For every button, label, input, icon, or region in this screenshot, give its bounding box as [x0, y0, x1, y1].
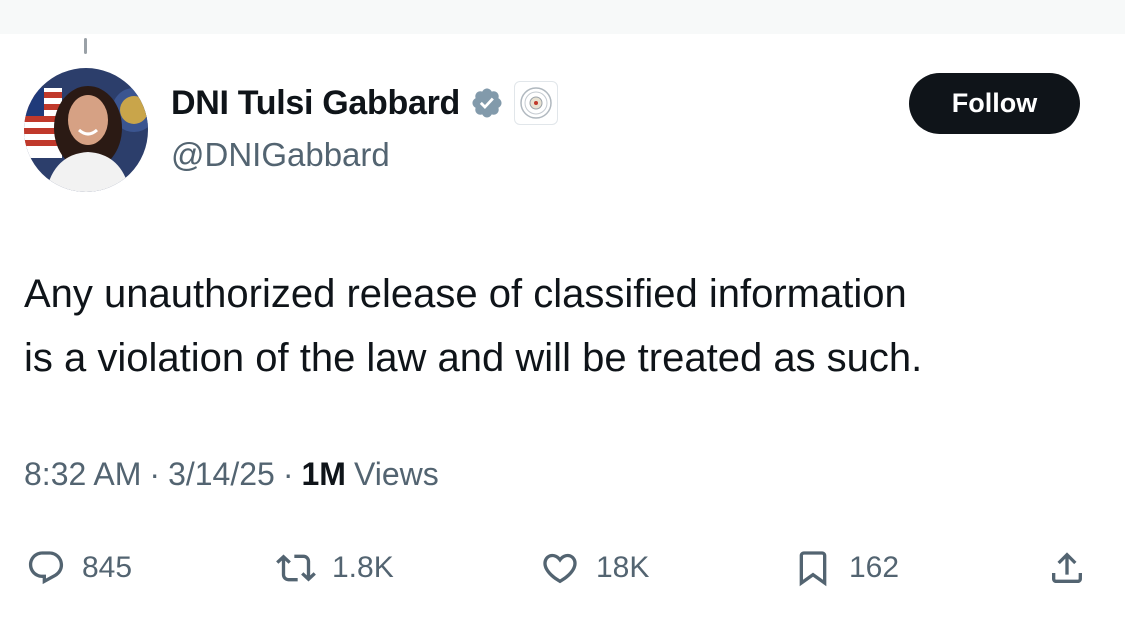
reply-button[interactable]: 845	[26, 540, 132, 596]
retweet-button[interactable]: 1.8K	[276, 540, 394, 596]
verified-badge-icon[interactable]	[470, 86, 504, 120]
bookmark-icon	[799, 551, 827, 587]
bookmark-count: 162	[849, 551, 900, 584]
author-name-row: DNI Tulsi Gabbard	[171, 80, 558, 126]
reply-icon	[28, 551, 64, 585]
tweet-date[interactable]: 3/14/25	[168, 456, 275, 493]
retweet-icon	[276, 554, 316, 582]
share-icon	[1052, 552, 1082, 583]
bookmark-button[interactable]: 162	[793, 540, 899, 596]
tweet-time[interactable]: 8:32 AM	[24, 456, 141, 493]
like-count: 18K	[596, 551, 650, 584]
tweet-text-line: is a violation of the law and will be tr…	[24, 336, 923, 380]
heart-icon	[543, 553, 577, 584]
tweet-meta: 8:32 AM · 3/14/25 · 1M Views	[24, 456, 439, 493]
top-bar	[0, 0, 1125, 34]
retweet-count: 1.8K	[332, 551, 394, 584]
avatar[interactable]	[24, 68, 148, 192]
tweet-text-line: Any unauthorized release of classified i…	[24, 272, 907, 316]
like-button[interactable]: 18K	[540, 540, 649, 596]
affiliation-seal-icon[interactable]	[513, 81, 558, 125]
meta-separator: ·	[149, 456, 161, 492]
author-display-name[interactable]: DNI Tulsi Gabbard	[171, 84, 460, 123]
share-button[interactable]	[1047, 540, 1087, 596]
thread-connector-line	[84, 38, 87, 54]
meta-separator: ·	[282, 456, 294, 492]
follow-button[interactable]: Follow	[909, 73, 1080, 134]
author-handle[interactable]: @DNIGabbard	[171, 136, 390, 174]
views-label: Views	[353, 456, 439, 492]
tweet-text: Any unauthorized release of classified i…	[24, 262, 1104, 390]
reply-count: 845	[82, 551, 133, 584]
views-count: 1M	[301, 456, 346, 492]
